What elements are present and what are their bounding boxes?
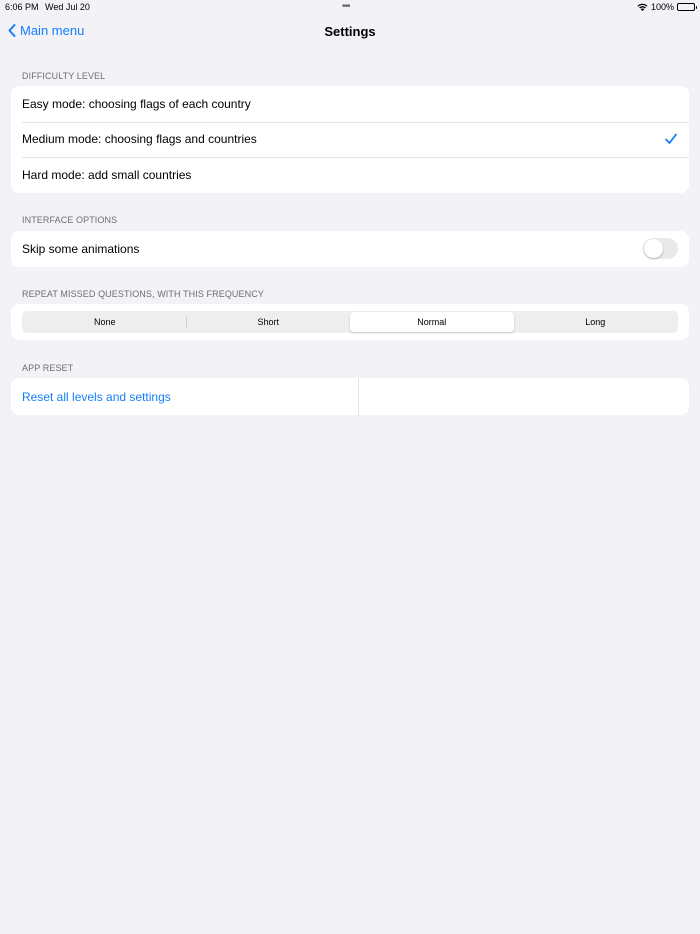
difficulty-group: Easy mode: choosing flags of each countr… (11, 86, 689, 193)
reset-section-header: APP RESET (22, 363, 74, 373)
reset-all-button[interactable]: Reset all levels and settings (11, 378, 359, 415)
difficulty-option-easy[interactable]: Easy mode: choosing flags of each countr… (11, 86, 689, 122)
difficulty-option-medium[interactable]: Medium mode: choosing flags and countrie… (11, 121, 689, 158)
skip-animations-row: Skip some animations (11, 231, 689, 267)
repeat-section-header: REPEAT MISSED QUESTIONS, WITH THIS FREQU… (22, 289, 264, 299)
status-date: Wed Jul 20 (45, 2, 90, 12)
interface-group: Skip some animations (11, 231, 689, 267)
page-title: Settings (324, 24, 376, 39)
difficulty-option-label: Medium mode: choosing flags and countrie… (22, 132, 257, 147)
wifi-icon (637, 3, 648, 11)
segment-long[interactable]: Long (514, 312, 678, 332)
status-bar: 6:06 PM Wed Jul 20 ••• 100% (0, 0, 700, 14)
battery-icon (677, 3, 697, 11)
segment-normal[interactable]: Normal (350, 312, 514, 332)
repeat-frequency-segmented-control: None Short Normal Long (22, 311, 678, 333)
difficulty-option-hard[interactable]: Hard mode: add small countries (11, 157, 689, 193)
multitask-dots-icon[interactable]: ••• (342, 1, 350, 12)
reset-row: Reset all levels and settings (11, 378, 689, 415)
difficulty-section-header: DIFFICULTY LEVEL (22, 71, 106, 81)
segment-short[interactable]: Short (187, 312, 351, 332)
reset-group: Reset all levels and settings (11, 378, 689, 415)
navigation-bar: Main menu Settings (0, 18, 700, 46)
battery-percent: 100% (650, 2, 674, 12)
repeat-group: None Short Normal Long (11, 304, 689, 340)
interface-section-header: INTERFACE OPTIONS (22, 215, 118, 225)
reset-empty-cell (359, 378, 689, 415)
status-indicators: 100% (637, 2, 697, 12)
checkmark-icon (664, 132, 678, 146)
skip-animations-label: Skip some animations (22, 241, 140, 256)
skip-animations-toggle[interactable] (643, 238, 678, 260)
difficulty-option-label: Hard mode: add small countries (22, 167, 192, 182)
difficulty-option-label: Easy mode: choosing flags of each countr… (22, 96, 251, 111)
toggle-knob (644, 239, 663, 259)
segment-none[interactable]: None (23, 312, 187, 332)
status-time: 6:06 PM (5, 2, 39, 12)
